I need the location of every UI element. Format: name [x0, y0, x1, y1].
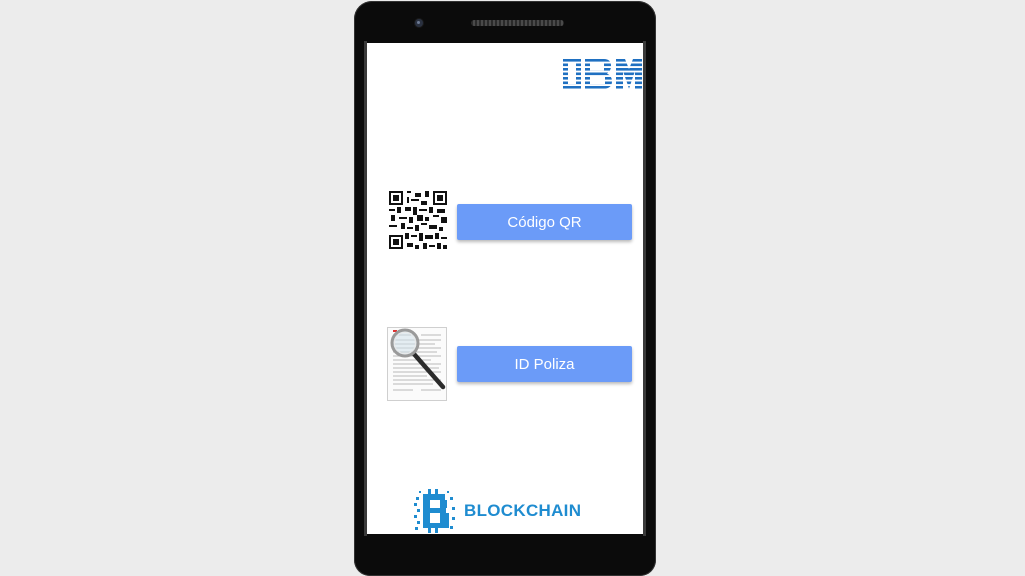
- policy-id-button[interactable]: ID Poliza: [457, 346, 632, 382]
- earpiece-speaker: [471, 20, 564, 26]
- qr-code-icon: [389, 191, 447, 249]
- app-screen: Código QR ID Poliza BLOCKCHAIN: [367, 43, 643, 534]
- phone-frame: Código QR ID Poliza BLOCKCHAIN: [354, 1, 656, 576]
- phone-edge-right: [643, 41, 646, 536]
- blockchain-wordmark: BLOCKCHAIN: [464, 501, 582, 520]
- blockchain-b-icon: [414, 489, 455, 533]
- document-magnifier-icon: [387, 327, 447, 401]
- front-camera: [415, 19, 423, 27]
- qr-code-button[interactable]: Código QR: [457, 204, 632, 240]
- ibm-logo: [563, 59, 642, 89]
